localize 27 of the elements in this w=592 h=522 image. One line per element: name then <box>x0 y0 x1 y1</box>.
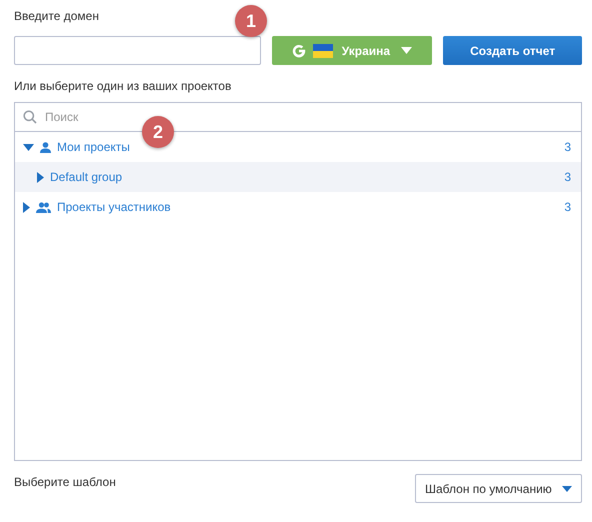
caret-right-icon[interactable] <box>23 202 30 212</box>
domain-field[interactable] <box>14 36 261 65</box>
item-count: 3 <box>564 140 571 154</box>
domain-label: Введите домен <box>14 8 99 24</box>
user-icon <box>40 142 51 152</box>
caret-down-icon <box>401 47 412 54</box>
search-icon <box>23 110 37 124</box>
flag-icon <box>312 44 333 58</box>
callout-badge: 2 <box>142 116 174 148</box>
caret-right-icon[interactable] <box>37 172 44 182</box>
caret-down-icon <box>562 486 572 492</box>
projects-hint: Или выберите один из ваших проектов <box>14 78 232 94</box>
tree-item[interactable]: Default group 3 <box>15 162 581 192</box>
template-label: Выберите шаблон <box>14 474 116 490</box>
item-count: 3 <box>564 170 571 184</box>
item-count: 3 <box>564 200 571 214</box>
tree-item-label: Проекты участников <box>57 200 171 214</box>
users-icon <box>36 202 51 212</box>
create-report-button[interactable]: Создать отчет <box>443 36 582 65</box>
tree-item-label: Мои проекты <box>57 140 130 154</box>
tree-item-label: Default group <box>50 170 122 184</box>
g-logo-icon <box>292 44 306 58</box>
caret-down-icon[interactable] <box>23 144 34 150</box>
region-button[interactable]: Украина <box>272 36 432 65</box>
callout-badge: 1 <box>235 5 267 37</box>
tree-item[interactable]: Проекты участников 3 <box>15 192 581 222</box>
template-select[interactable]: Шаблон по умолчанию <box>415 474 582 503</box>
